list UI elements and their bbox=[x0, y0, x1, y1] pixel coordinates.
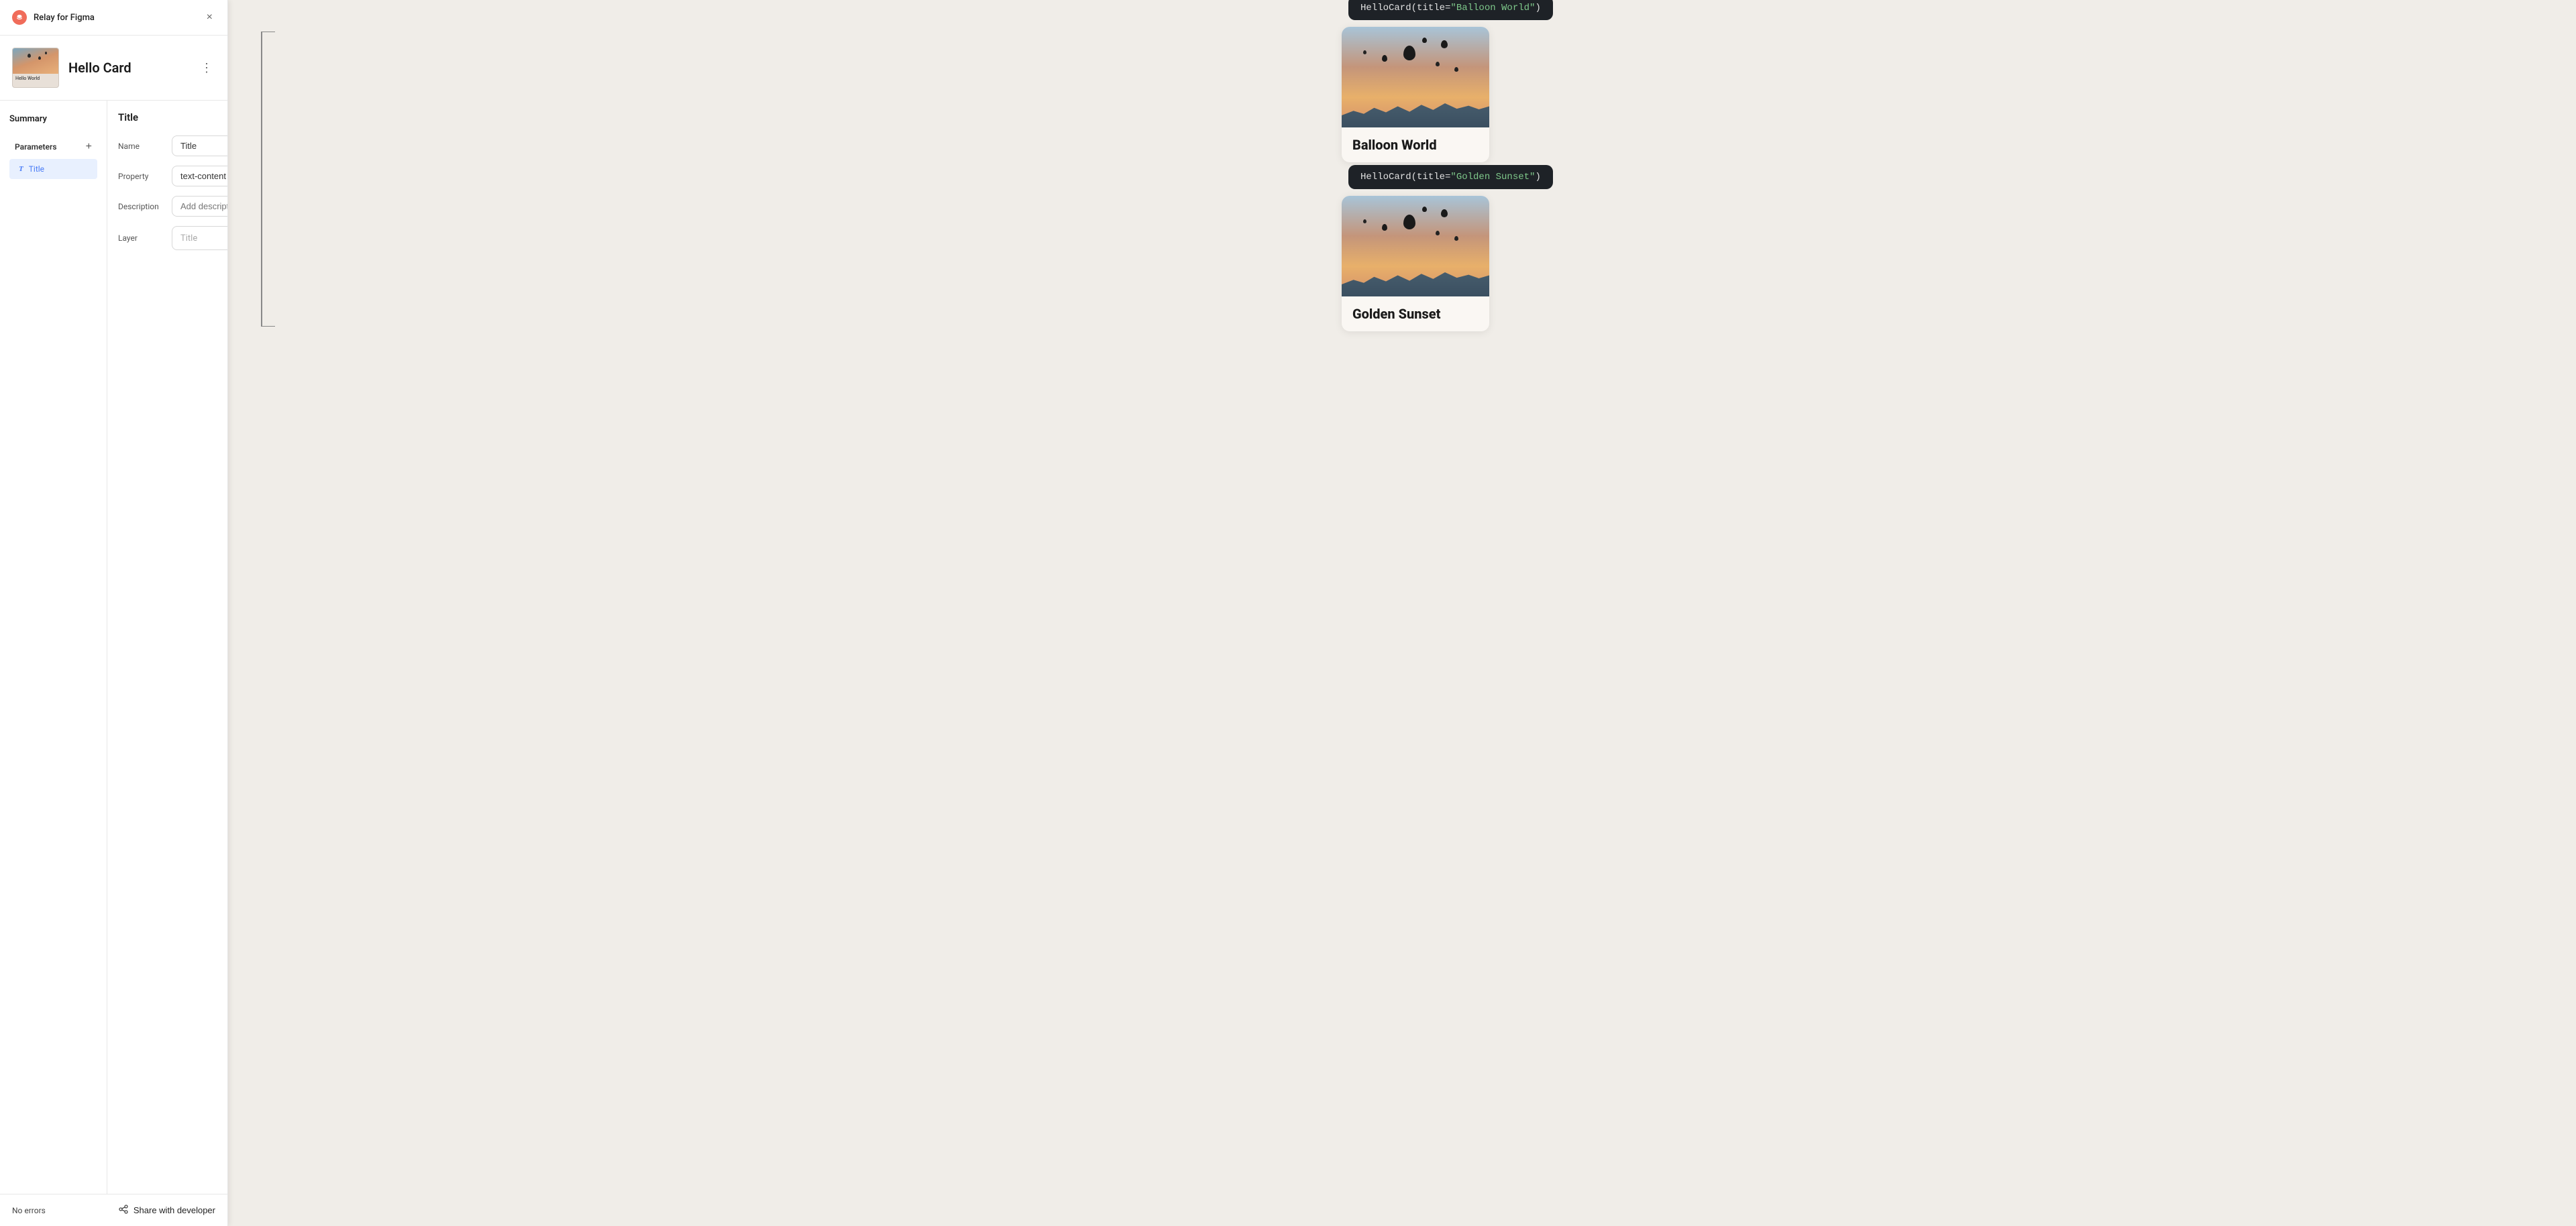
property-select[interactable]: text-content visible text-style bbox=[172, 166, 227, 186]
name-input[interactable] bbox=[172, 135, 227, 156]
balloon-2-g bbox=[1363, 219, 1366, 223]
bracket-connector bbox=[255, 32, 279, 327]
preview-pair-1: HelloCard(title="Balloon World") bbox=[1342, 27, 1489, 162]
card-1: Balloon World bbox=[1342, 27, 1489, 162]
share-label: Share with developer bbox=[133, 1205, 215, 1215]
thumb-text: Hello World bbox=[13, 74, 58, 83]
description-input[interactable] bbox=[172, 196, 227, 217]
panel-header: Relay for Figma × bbox=[0, 0, 227, 36]
status-badge: No errors bbox=[12, 1206, 46, 1215]
layer-field-row: Layer Title bbox=[118, 226, 227, 250]
description-label: Description bbox=[118, 202, 166, 211]
thumb-image bbox=[13, 48, 58, 74]
sidebar-item-label: Title bbox=[29, 164, 44, 174]
parameters-label: Parameters bbox=[15, 142, 57, 152]
card-2-tooltip: HelloCard(title="Golden Sunset") bbox=[1348, 165, 1553, 189]
parameters-header: Parameters + bbox=[5, 132, 101, 159]
sidebar-item-title[interactable]: T Title bbox=[9, 159, 97, 179]
preview-content: HelloCard(title="Balloon World") bbox=[1342, 27, 1489, 331]
component-name: Hello Card bbox=[68, 60, 131, 76]
panel-content: Summary Parameters + T Title Title bbox=[0, 101, 227, 1194]
tooltip-2-suffix: ) bbox=[1535, 172, 1540, 182]
card-1-wrapper: HelloCard(title="Balloon World") bbox=[1342, 27, 1489, 162]
layer-label: Layer bbox=[118, 233, 166, 243]
layer-value: Title bbox=[180, 233, 197, 243]
balloon-1-g bbox=[1363, 50, 1366, 54]
card-1-tooltip: HelloCard(title="Balloon World") bbox=[1348, 0, 1553, 20]
balloon-1-f bbox=[1454, 67, 1458, 72]
panel-header-left: Relay for Figma bbox=[12, 10, 95, 25]
app-title: Relay for Figma bbox=[34, 13, 95, 23]
card-2-wrapper: HelloCard(title="Golden Sunset") bbox=[1342, 196, 1489, 331]
property-select-wrapper: text-content visible text-style ▾ bbox=[172, 166, 227, 186]
preview-area: HelloCard(title="Balloon World") bbox=[228, 0, 2576, 358]
component-menu-button[interactable]: ⋮ bbox=[198, 58, 215, 78]
balloon-2-d bbox=[1422, 207, 1427, 212]
balloon-2-main bbox=[1403, 215, 1415, 229]
summary-section: Summary bbox=[0, 101, 107, 128]
card-2-title: Golden Sunset bbox=[1342, 296, 1489, 331]
balloon-2-b bbox=[1441, 209, 1448, 217]
text-type-icon: T bbox=[19, 165, 23, 173]
tooltip-1-prefix: HelloCard(title= bbox=[1360, 3, 1450, 13]
balloon-1-b bbox=[1441, 40, 1448, 48]
panel-sidebar: Summary Parameters + T Title bbox=[0, 101, 107, 1194]
card-2: Golden Sunset bbox=[1342, 196, 1489, 331]
name-label: Name bbox=[118, 142, 166, 151]
card-1-image bbox=[1342, 27, 1489, 127]
summary-label[interactable]: Summary bbox=[9, 110, 97, 128]
add-parameter-button[interactable]: + bbox=[86, 142, 92, 152]
thumb-balloon-2 bbox=[38, 56, 41, 60]
card-1-title: Balloon World bbox=[1342, 127, 1489, 162]
share-icon bbox=[118, 1204, 129, 1217]
layer-field-wrapper: Title bbox=[172, 226, 227, 250]
relay-logo bbox=[12, 10, 27, 25]
name-field-row: Name bbox=[118, 135, 227, 156]
tooltip-2-value: "Golden Sunset" bbox=[1450, 172, 1535, 182]
card-2-image bbox=[1342, 196, 1489, 296]
parameters-section: Parameters + T Title bbox=[0, 128, 107, 179]
preview-pair-2: HelloCard(title="Golden Sunset") bbox=[1342, 196, 1489, 331]
tooltip-2-prefix: HelloCard(title= bbox=[1360, 172, 1450, 182]
thumb-balloon-1 bbox=[28, 54, 31, 58]
description-field-row: Description bbox=[118, 196, 227, 217]
close-button[interactable]: × bbox=[204, 9, 215, 25]
tooltip-1-suffix: ) bbox=[1535, 3, 1540, 13]
panel-detail: Title Name Property text-content v bbox=[107, 101, 227, 1194]
tooltip-1-value: "Balloon World" bbox=[1450, 3, 1535, 13]
balloon-1-e bbox=[1436, 62, 1440, 66]
share-button[interactable]: Share with developer bbox=[118, 1204, 215, 1217]
balloon-2-c bbox=[1382, 224, 1387, 231]
panel-footer: No errors Share with developer bbox=[0, 1194, 227, 1226]
detail-title: Title bbox=[118, 111, 138, 123]
detail-header: Title bbox=[118, 111, 227, 123]
balloon-1-d bbox=[1422, 38, 1427, 43]
balloon-1-main bbox=[1403, 46, 1415, 60]
component-thumbnail: Hello World bbox=[12, 48, 59, 88]
relay-panel: Relay for Figma × Hello World Hello Card… bbox=[0, 0, 228, 1226]
balloon-2-e bbox=[1436, 231, 1440, 235]
thumb-balloon-3 bbox=[45, 52, 47, 54]
balloon-1-c bbox=[1382, 55, 1387, 62]
component-header: Hello World Hello Card ⋮ bbox=[0, 36, 227, 101]
component-header-left: Hello World Hello Card bbox=[12, 48, 131, 88]
property-field-row: Property text-content visible text-style… bbox=[118, 166, 227, 186]
balloon-2-f bbox=[1454, 236, 1458, 241]
property-label: Property bbox=[118, 172, 166, 181]
